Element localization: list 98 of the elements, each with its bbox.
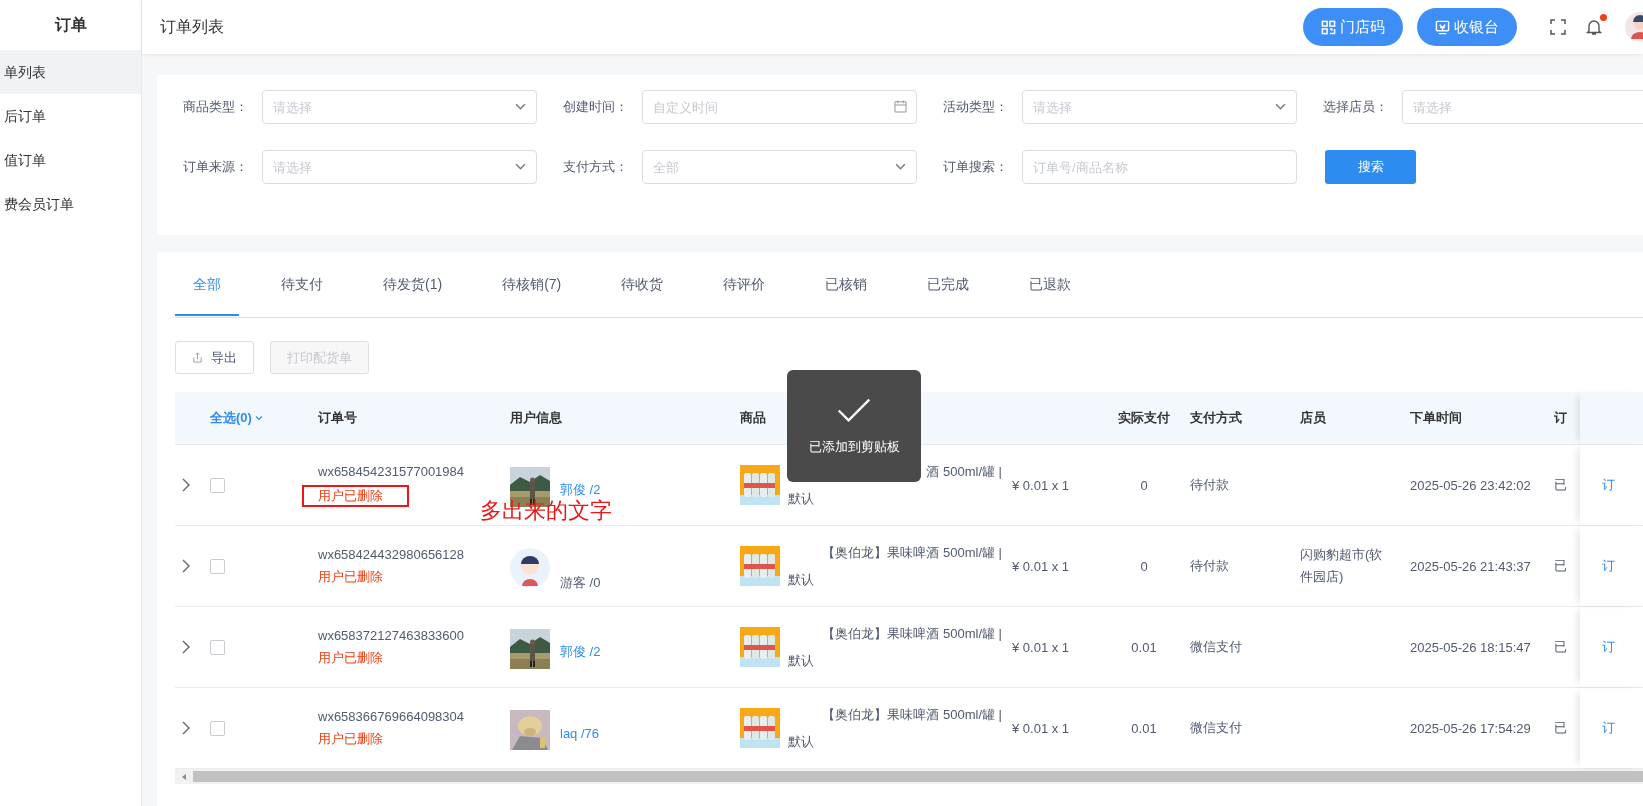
order-status: 已 — [1554, 719, 1567, 737]
order-status: 已 — [1554, 476, 1567, 494]
column-header: 用户信息 — [510, 409, 562, 427]
row-checkbox[interactable] — [210, 477, 225, 493]
expand-chevron-icon[interactable] — [181, 721, 191, 735]
product-spec: 默认 — [788, 570, 815, 589]
paid-amount: 0 — [1140, 558, 1148, 574]
status-tab[interactable]: 待支付 — [263, 252, 341, 316]
column-header: 订 — [1554, 409, 1567, 427]
export-icon — [192, 352, 203, 363]
order-time: 2025-05-26 17:54:29 — [1410, 720, 1531, 736]
payment-method: 待付款 — [1190, 557, 1229, 575]
filter-label: 创建时间： — [563, 98, 629, 116]
avatar-icon — [510, 548, 550, 588]
unit-price: ¥ 0.01 x 1 — [1012, 558, 1070, 574]
row-checkbox[interactable] — [210, 720, 225, 736]
paid-amount: 0.01 — [1131, 720, 1157, 736]
order-time: 2025-05-26 18:15:47 — [1410, 639, 1531, 655]
filter-label: 订单搜索： — [943, 158, 1009, 176]
sidebar-item[interactable]: 单列表 — [0, 50, 141, 94]
action-link[interactable]: 订 — [1602, 476, 1615, 494]
grid-icon — [1321, 19, 1336, 35]
deleted-note: 用户已删除 — [318, 729, 383, 748]
payment-method: 微信支付 — [1190, 638, 1242, 656]
order-time: 2025-05-26 21:43:37 — [1410, 558, 1531, 574]
product-spec: 默认 — [788, 732, 815, 751]
unit-price: ¥ 0.01 x 1 — [1012, 720, 1070, 736]
user-name[interactable]: 郭俊 /2 — [560, 643, 601, 661]
filter-label: 商品类型： — [183, 98, 249, 116]
deleted-note: 用户已删除 — [318, 567, 383, 586]
expand-chevron-icon[interactable] — [181, 640, 191, 654]
column-header: 实际支付 — [1118, 409, 1170, 427]
column-header: 商品 — [740, 409, 766, 427]
filter-label: 活动类型： — [943, 98, 1009, 116]
user-name: 游客 /0 — [560, 574, 601, 592]
scrollbar-thumb[interactable] — [193, 771, 1643, 782]
order-number: wx658366769664098304 — [318, 708, 465, 724]
order-number: wx658372127463833600 — [318, 627, 465, 643]
status-tab[interactable]: 已核销 — [807, 252, 886, 316]
payment-method: 待付款 — [1190, 476, 1229, 494]
product-name: 【奥伯龙】果味啤酒 500ml/罐 | — [822, 624, 1002, 643]
deleted-note: 用户已删除 — [318, 648, 383, 667]
filter-label: 订单来源： — [183, 158, 249, 176]
order-number: wx658454231577001984 — [318, 463, 465, 479]
bell-icon[interactable] — [1585, 18, 1603, 36]
paid-amount: 0.01 — [1131, 639, 1157, 655]
status-tab[interactable]: 待核销(7) — [484, 252, 580, 316]
status-tab[interactable]: 待收货 — [603, 252, 682, 316]
product-spec: 默认 — [788, 651, 815, 670]
unit-price: ¥ 0.01 x 1 — [1012, 477, 1070, 493]
product-name: 【奥伯龙】果味啤酒 500ml/罐 | — [822, 705, 1002, 724]
product-spec: 默认 — [788, 489, 815, 508]
checkmark-icon — [836, 396, 872, 424]
row-checkbox[interactable] — [210, 639, 225, 655]
expand-chevron-icon[interactable] — [181, 478, 191, 492]
filter-field[interactable]: 全部 — [642, 150, 917, 184]
scroll-left-icon[interactable] — [180, 772, 188, 781]
filter-label: 支付方式： — [563, 158, 629, 176]
status-tab[interactable]: 待发货(1) — [365, 252, 461, 316]
sidebar-item[interactable]: 值订单 — [0, 138, 141, 182]
order-time: 2025-05-26 23:42:02 — [1410, 477, 1531, 493]
unit-price: ¥ 0.01 x 1 — [1012, 639, 1070, 655]
sidebar-title: 订单 — [53, 15, 88, 35]
status-tab[interactable]: 已完成 — [909, 252, 988, 316]
sidebar-item[interactable]: 后订单 — [0, 94, 141, 138]
user-name[interactable]: laq /76 — [560, 725, 600, 741]
page-title: 订单列表 — [160, 16, 224, 37]
deleted-note: 用户已删除 — [318, 487, 383, 503]
toast-message: 已添加到剪贴板 — [808, 437, 900, 456]
order-status: 已 — [1554, 557, 1567, 575]
column-header: 支付方式 — [1190, 409, 1242, 427]
user-name[interactable]: 郭俊 /2 — [560, 481, 601, 499]
column-header: 下单时间 — [1410, 409, 1462, 427]
calendar-icon — [894, 100, 907, 113]
column-header: 订单号 — [318, 409, 357, 427]
payment-method: 微信支付 — [1190, 719, 1242, 737]
horizontal-scrollbar[interactable] — [175, 769, 1643, 784]
chevron-down-icon — [253, 413, 264, 423]
status-tab[interactable]: 已退款 — [1011, 252, 1090, 316]
clerk-name: 闪购豹超市(软件园店) — [1300, 546, 1384, 586]
action-link[interactable]: 订 — [1602, 638, 1615, 656]
order-status: 已 — [1554, 638, 1567, 656]
export-button[interactable]: 导出 — [175, 341, 254, 374]
sidebar-item[interactable]: 费会员订单 — [0, 182, 141, 226]
fullscreen-icon[interactable] — [1549, 18, 1567, 36]
paid-amount: 0 — [1140, 477, 1148, 493]
cashier-icon — [1435, 19, 1450, 35]
status-tab[interactable]: 待评价 — [705, 252, 784, 316]
row-checkbox[interactable] — [210, 558, 225, 574]
product-name: 【奥伯龙】果味啤酒 500ml/罐 | — [822, 543, 1002, 562]
action-link[interactable]: 订 — [1602, 557, 1615, 575]
product-name: 酒 500ml/罐 | — [926, 462, 1002, 481]
order-number: wx658424432980656128 — [318, 546, 465, 562]
column-header: 店员 — [1300, 409, 1326, 427]
filter-label: 选择店员： — [1323, 98, 1389, 116]
status-tab[interactable]: 全部 — [175, 252, 239, 316]
expand-chevron-icon[interactable] — [181, 559, 191, 573]
action-link[interactable]: 订 — [1602, 719, 1615, 737]
